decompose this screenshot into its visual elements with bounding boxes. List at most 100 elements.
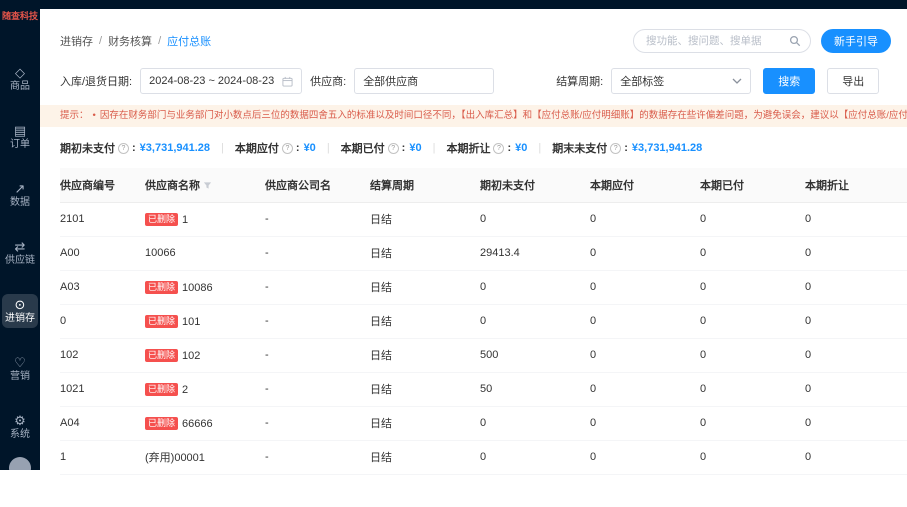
help-icon[interactable]: ? (493, 142, 505, 154)
cell-supplier-code: 1 (60, 440, 145, 475)
summary-colon: : (624, 142, 628, 155)
column-header: 供应商编号 (60, 168, 145, 203)
notice-text: 因存在财务部门与业务部门对小数点后三位的数据四舍五入的标准以及时间口径不同，【出… (99, 110, 907, 121)
cell-current-discount: 0 (805, 202, 907, 237)
cell-current-discount: 0 (805, 372, 907, 407)
marketing-icon: ♡ (14, 355, 26, 370)
cell-current-payable: 0 (590, 236, 700, 271)
cell-company-name: - (265, 202, 370, 237)
column-header: 本期折让 (805, 168, 907, 203)
cell-company-name: - (265, 406, 370, 441)
column-header-label: 本期应付 (590, 180, 634, 193)
cell-current-paid: 0 (700, 270, 805, 305)
cell-opening-unpaid: 0 (480, 406, 590, 441)
deleted-badge: 已删除 (145, 280, 179, 294)
cell-current-payable: 0 (590, 372, 700, 407)
cycle-select-value: 全部标签 (620, 76, 665, 88)
sidebar-item-products[interactable]: ◇ 商品 (2, 62, 38, 96)
cell-company-name: - (265, 304, 370, 339)
cell-current-discount: 0 (805, 338, 907, 373)
cell-opening-unpaid: 0 (480, 202, 590, 237)
cell-current-paid: 0 (700, 202, 805, 237)
cycle-label: 结算周期: (556, 76, 604, 88)
help-icon[interactable]: ? (387, 142, 399, 154)
cell-company-name: - (265, 270, 370, 305)
suppliers-table: 供应商编号 供应商名称 供应商公司名 结算周期 期初未支付 本期应付 本期已付 本期折让 21… (60, 168, 907, 475)
cell-supplier-code: 2101 (60, 202, 145, 237)
cell-current-discount: 0 (805, 406, 907, 441)
orders-icon: ▤ (13, 123, 27, 138)
column-header[interactable]: 供应商名称 (145, 168, 265, 203)
cell-company-name: - (265, 236, 370, 271)
supplier-name-text: 101 (182, 315, 201, 328)
cell-company-name: - (265, 338, 370, 373)
breadcrumb-item[interactable]: 进销存 (60, 33, 93, 49)
guide-button[interactable]: 新手引导 (821, 29, 891, 53)
table-row: 2101 已删除 1- 日结 0 0 0 0 (60, 202, 907, 237)
column-header-label: 结算周期 (370, 180, 414, 193)
cell-opening-unpaid: 50 (480, 372, 590, 407)
sidebar-item-system[interactable]: ⚙ 系统 (2, 410, 38, 444)
cell-current-discount: 0 (805, 440, 907, 475)
cell-opening-unpaid: 29413.4 (480, 236, 590, 271)
supplier-name-text: 1 (182, 213, 189, 226)
cell-current-payable: 0 (590, 202, 700, 237)
table-row: 1 (弃用)00001- 日结 0 0 0 0 (60, 440, 907, 475)
breadcrumb-separator: / (158, 35, 162, 47)
sidebar-item-supply-chain[interactable]: ⇄ 供应链 (2, 236, 38, 270)
column-header: 本期已付 (700, 168, 805, 203)
breadcrumb-item[interactable]: 财务核算 (108, 33, 152, 49)
cell-current-paid: 0 (700, 338, 805, 373)
column-header-label: 本期折让 (805, 180, 849, 193)
deleted-badge: 已删除 (145, 348, 179, 362)
export-button[interactable]: 导出 (827, 68, 880, 94)
help-icon[interactable]: ? (281, 142, 293, 154)
sidebar-item-orders[interactable]: ▤ 订单 (2, 120, 38, 154)
chevron-down-icon (732, 78, 742, 84)
table-header-row: 供应商编号 供应商名称 供应商公司名 结算周期 期初未支付 本期应付 本期已付 本期折让 (60, 168, 907, 203)
table-row: 1021 已删除 2- 日结 50 0 0 0 (60, 372, 907, 407)
table-row: A04 已删除 66666- 日结 0 0 0 0 (60, 406, 907, 441)
cell-current-payable: 0 (590, 440, 700, 475)
sidebar-item-label: 订单 (10, 139, 30, 150)
supplier-name-text: 10086 (182, 281, 213, 294)
supply-chain-icon: ⇄ (14, 239, 26, 254)
summary-colon: : (132, 142, 136, 155)
help-icon[interactable]: ? (610, 142, 622, 154)
cycle-select[interactable]: 全部标签 (611, 68, 752, 94)
sidebar-item-marketing[interactable]: ♡ 营销 (2, 352, 38, 386)
summary-item: 期末未支付?: ¥3,731,941.28 (552, 140, 702, 156)
cell-opening-unpaid: 0 (480, 270, 590, 305)
cell-settlement-cycle: 日结 (370, 440, 480, 475)
supplier-name-text: 2 (182, 383, 189, 396)
search-button[interactable]: 搜索 (763, 68, 816, 94)
cell-current-paid: 0 (700, 304, 805, 339)
sidebar-item-label: 系统 (10, 429, 30, 440)
data-chart-icon: ↗ (14, 181, 26, 196)
sidebar-item-label: 进销存 (5, 313, 35, 324)
column-header-label: 期初未支付 (480, 180, 535, 193)
filter-sort-icon[interactable] (203, 181, 212, 190)
table-row: 102 已删除 102- 日结 500 0 0 0 (60, 338, 907, 373)
deleted-badge: 已删除 (145, 382, 179, 396)
column-header-label: 供应商名称 (145, 180, 200, 193)
cell-current-paid: 0 (700, 440, 805, 475)
cell-settlement-cycle: 日结 (370, 372, 480, 407)
search-input[interactable] (646, 35, 784, 47)
breadcrumb: 进销存 / 财务核算 / 应付总账 (60, 33, 211, 49)
supplier-input[interactable] (354, 68, 495, 94)
date-range-value: 2024-08-23 ~ 2024-08-23 (149, 75, 275, 87)
sidebar-item-inventory[interactable]: ⊙ 进销存 (2, 294, 38, 328)
summary-label: 期初未支付 (60, 143, 115, 156)
help-icon[interactable]: ? (118, 142, 129, 154)
sidebar-item-data[interactable]: ↗ 数据 (2, 178, 38, 212)
sidebar-item-label: 营销 (10, 371, 30, 382)
sidebar: 随查科技 ◇ 商品 ▤ 订单 ↗ 数据 ⇄ 供应链 ⊙ 进销存 ♡ 营销 ⚙ 系统 (0, 0, 40, 470)
avatar[interactable] (9, 457, 31, 470)
notice-prefix: 提示： (60, 110, 89, 121)
cell-supplier-code: 102 (60, 338, 145, 373)
date-range-input[interactable]: 2024-08-23 ~ 2024-08-23 (140, 68, 303, 94)
search-icon[interactable] (789, 35, 801, 47)
summary-separator: | (432, 142, 436, 155)
cell-current-paid: 0 (700, 236, 805, 271)
